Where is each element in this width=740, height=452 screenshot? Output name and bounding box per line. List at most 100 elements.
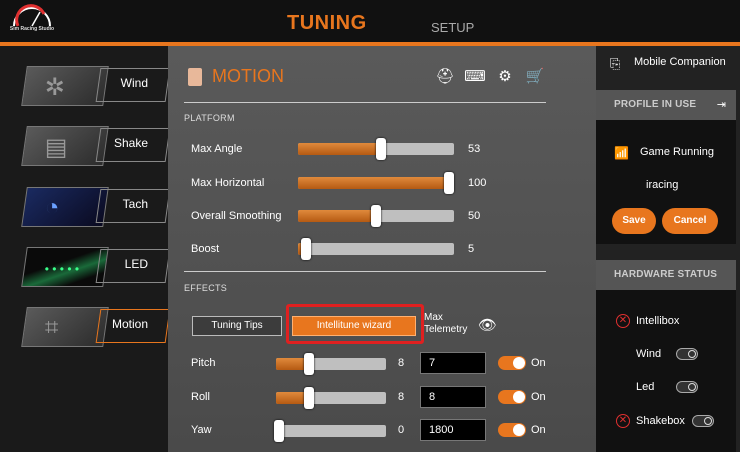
slider-track[interactable] — [298, 205, 454, 227]
mobile-companion-link[interactable]: Mobile Companion — [634, 56, 726, 68]
toggle-knob — [688, 350, 696, 358]
slider-label: Overall Smoothing — [191, 210, 282, 222]
slider-knob[interactable] — [304, 387, 314, 409]
right-panel: ⎘ Mobile Companion PROFILE IN USE ⇥ 📶 Ga… — [596, 46, 740, 452]
sidebar-item-motion[interactable]: ⌗ Motion — [20, 307, 171, 347]
sidebar-item-wind[interactable]: ✲ Wind — [20, 66, 171, 106]
tab-tuning[interactable]: TUNING — [287, 12, 367, 35]
helmet-icon[interactable]: ⛑ — [434, 66, 456, 86]
slider-knob[interactable] — [300, 238, 311, 260]
pitch-value-input[interactable]: 7 — [420, 352, 486, 374]
slider-knob[interactable] — [304, 353, 314, 375]
slider-track[interactable] — [276, 387, 386, 409]
motion-title-icon — [188, 68, 202, 86]
sidebar-item-label: Motion — [111, 317, 148, 331]
wind-toggle[interactable] — [676, 348, 698, 360]
toggle-knob — [513, 424, 525, 436]
slider-label: Max Horizontal — [191, 177, 265, 189]
slider-fill — [298, 210, 376, 222]
led-toggle[interactable] — [676, 381, 698, 393]
exit-icon[interactable]: ⇥ — [717, 98, 726, 111]
slider-fill — [298, 143, 381, 155]
slider-value: 8 — [398, 391, 405, 403]
eye-icon[interactable]: 👁 — [478, 316, 497, 334]
error-icon: ✕ — [616, 414, 630, 428]
logo-text: Sim Racing Studio — [9, 26, 55, 32]
effects-section-label: EFFECTS — [184, 283, 228, 293]
toggle-label: On — [531, 424, 546, 436]
profile-in-use-header: PROFILE IN USE ⇥ — [596, 90, 736, 120]
toolbar: ⛑ ⌨ ⚙ 🛒 — [434, 66, 546, 86]
hardware-status-header: HARDWARE STATUS — [596, 260, 736, 290]
hardware-item-intellibox: Intellibox — [636, 315, 680, 327]
toggle-label: On — [531, 357, 546, 369]
highlight-annotation — [286, 304, 424, 344]
wifi-icon: 📶 — [614, 146, 629, 160]
slider-knob[interactable] — [274, 420, 285, 442]
slider-track[interactable] — [298, 138, 454, 160]
slider-value: 8 — [398, 357, 405, 369]
slider-knob[interactable] — [371, 205, 381, 227]
toggle-knob — [513, 391, 525, 403]
slider-label: Max Angle — [191, 143, 243, 155]
sidebar-item-label: Shake — [113, 136, 148, 150]
slider-value: 5 — [468, 243, 475, 255]
slider-value: 53 — [468, 143, 481, 155]
toggle-label: On — [531, 391, 546, 403]
hardware-item-led: Led — [636, 381, 655, 393]
effect-label: Pitch — [191, 357, 216, 369]
sidebar-item-shake[interactable]: ▤ Shake — [20, 126, 171, 166]
effect-label: Roll — [191, 391, 210, 403]
slider-track[interactable] — [274, 420, 386, 442]
sim-racing-studio-logo: Sim Racing Studio — [4, 4, 60, 38]
keyboard-icon[interactable]: ⌨ — [464, 66, 486, 86]
max-telemetry-label: Max Telemetry — [424, 312, 468, 335]
mobile-companion-icon[interactable]: ⎘ — [610, 56, 620, 72]
logo-icon — [13, 4, 51, 27]
cancel-button[interactable]: Cancel — [662, 208, 718, 234]
slider-value: 50 — [468, 210, 481, 222]
profile-header-text: PROFILE IN USE — [614, 99, 697, 110]
toggle-knob — [513, 357, 525, 369]
tab-setup[interactable]: SETUP — [431, 20, 474, 35]
roll-toggle[interactable] — [498, 390, 526, 404]
sidebar: ✲ Wind ▤ Shake ◔ Tach • • • • • LED ⌗ Mo… — [0, 46, 171, 452]
platform-section-label: PLATFORM — [184, 113, 235, 123]
slider-value: 0 — [398, 424, 405, 436]
hardware-header-text: HARDWARE STATUS — [614, 269, 718, 280]
game-name: iracing — [646, 179, 679, 191]
roll-value-input[interactable]: 8 — [420, 386, 486, 408]
error-icon: ✕ — [616, 314, 630, 328]
slider-track[interactable] — [298, 172, 455, 194]
sidebar-item-label: Wind — [120, 76, 148, 90]
sidebar-item-label: Tach — [122, 197, 148, 211]
tuning-tips-button[interactable]: Tuning Tips — [192, 316, 282, 336]
sidebar-item-label: LED — [124, 257, 148, 271]
sidebar-item-led[interactable]: • • • • • LED — [20, 247, 171, 287]
cart-icon[interactable]: 🛒 — [524, 66, 546, 86]
slider-track[interactable] — [276, 353, 386, 375]
gear-icon[interactable]: ⚙ — [494, 66, 516, 86]
slider-knob[interactable] — [375, 138, 386, 160]
sidebar-item-tach[interactable]: ◔ Tach — [20, 187, 171, 227]
slider-track[interactable] — [298, 238, 454, 260]
yaw-toggle[interactable] — [498, 423, 526, 437]
main-panel: MOTION ⛑ ⌨ ⚙ 🛒 PLATFORM Max Angle 53 Max… — [168, 46, 596, 452]
shakebox-toggle[interactable] — [692, 415, 714, 427]
hardware-item-wind: Wind — [636, 348, 662, 360]
slider-fill — [298, 177, 454, 189]
toggle-knob — [704, 417, 712, 425]
page-title: MOTION — [212, 66, 284, 86]
top-bar: Sim Racing Studio TUNING SETUP — [0, 0, 740, 42]
effect-label: Yaw — [191, 424, 212, 436]
yaw-value-input[interactable]: 1800 — [420, 419, 486, 441]
divider — [184, 102, 546, 103]
pitch-toggle[interactable] — [498, 356, 526, 370]
slider-value: 100 — [468, 177, 487, 189]
save-button[interactable]: Save — [612, 208, 656, 234]
slider-knob[interactable] — [444, 172, 455, 194]
toggle-knob — [688, 383, 696, 391]
divider — [184, 271, 546, 272]
slider-label: Boost — [191, 243, 220, 255]
hardware-item-shakebox: Shakebox — [636, 415, 685, 427]
